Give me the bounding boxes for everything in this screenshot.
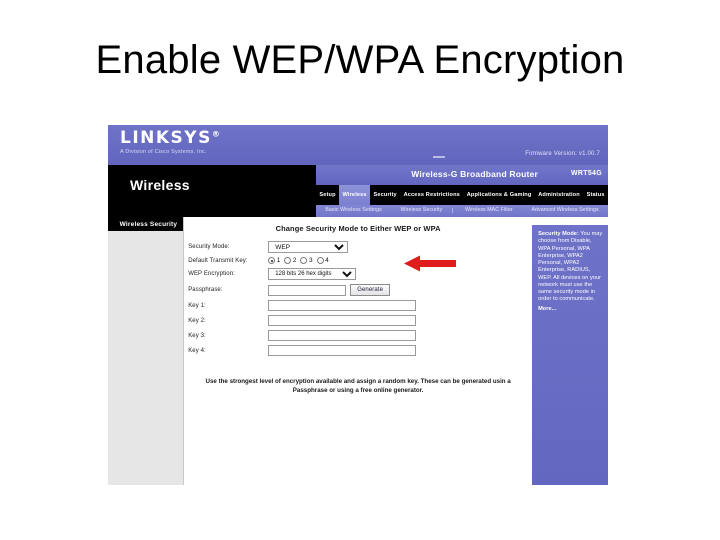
row-key-3: Key 3: xyxy=(188,330,528,341)
tab-applications-gaming[interactable]: Applications & Gaming xyxy=(463,185,535,205)
help-panel-top-gap xyxy=(532,217,608,225)
help-panel-text: Security Mode: You may choose from Disab… xyxy=(532,225,608,313)
registered-mark: ® xyxy=(211,129,222,139)
label-key-4: Key 4: xyxy=(188,347,206,354)
row-security-mode: Security Mode: WEP xyxy=(188,241,528,253)
key-3-input[interactable] xyxy=(268,330,417,341)
wep-encryption-select[interactable]: 128 bits 26 hex digits xyxy=(268,268,357,280)
sidebar-heading: Wireless Security xyxy=(108,217,184,231)
page-body: Wireless Security Change Security Mode t… xyxy=(108,217,608,485)
radio-dot-icon xyxy=(268,257,276,264)
section-title: Wireless xyxy=(130,177,190,193)
sidebar-filler xyxy=(108,231,184,485)
firmware-version: Firmware Version: v1.00.7 xyxy=(525,151,600,157)
row-default-transmit-key: Default Transmit Key: 1 2 3 4 xyxy=(188,257,528,264)
tab-wireless[interactable]: Wireless xyxy=(339,185,371,205)
radio-dot-icon xyxy=(284,257,292,264)
form-heading: Change Security Mode to Either WEP or WP… xyxy=(275,224,441,233)
help-panel: Security Mode: You may choose from Disab… xyxy=(532,217,608,485)
row-passphrase: Passphrase: Generate xyxy=(188,284,528,296)
row-key-4: Key 4: xyxy=(188,345,528,356)
help-panel-title: Security Mode: xyxy=(538,231,579,237)
brand-divider-dash xyxy=(433,156,445,158)
encryption-advice-text: Use the strongest level of encryption av… xyxy=(205,378,511,394)
tab-setup[interactable]: Setup xyxy=(316,185,340,205)
radio-transmit-key-4[interactable]: 4 xyxy=(316,257,329,264)
sub-tab-bar: Basic Wireless Settings Wireless Securit… xyxy=(316,205,608,217)
tab-security[interactable]: Security xyxy=(370,185,401,205)
help-more-link[interactable]: More... xyxy=(538,306,603,313)
radio-transmit-key-3[interactable]: 3 xyxy=(300,257,313,264)
linksys-logo: LINKSYS® xyxy=(120,130,221,147)
subtab-wireless-security[interactable]: Wireless Security xyxy=(391,207,451,214)
default-transmit-key-radios: 1 2 3 4 xyxy=(268,257,329,264)
slide-canvas: Enable WEP/WPA Encryption LINKSYS® A Div… xyxy=(0,0,720,540)
main-tab-bar: Setup Wireless Security Access Restricti… xyxy=(316,185,608,205)
product-title-strip: Wireless-G Broadband Router xyxy=(316,165,608,185)
subtab-basic-wireless-settings[interactable]: Basic Wireless Settings xyxy=(316,207,391,214)
label-key-3: Key 3: xyxy=(188,332,206,339)
subtab-wireless-mac-filter[interactable]: Wireless MAC Filter xyxy=(456,207,522,214)
radio-label-2: 2 xyxy=(292,257,297,264)
settings-form: Change Security Mode to Either WEP or WP… xyxy=(184,217,533,485)
key-2-input[interactable] xyxy=(268,315,417,326)
help-panel-body: You may choose from Disable, WPA Persona… xyxy=(538,231,603,303)
key-4-input[interactable] xyxy=(268,345,417,356)
passphrase-input[interactable] xyxy=(268,284,347,296)
row-key-2: Key 2: xyxy=(188,315,528,326)
radio-label-4: 4 xyxy=(325,257,329,264)
brand-bar: LINKSYS® A Division of Cisco Systems, In… xyxy=(108,125,608,165)
subtab-advanced-wireless-settings[interactable]: Advanced Wireless Settings xyxy=(522,207,608,214)
tab-access-restrictions[interactable]: Access Restrictions xyxy=(400,185,464,205)
security-mode-select[interactable]: WEP xyxy=(268,241,349,253)
radio-transmit-key-2[interactable]: 2 xyxy=(284,257,296,264)
page-title: Enable WEP/WPA Encryption xyxy=(95,38,625,82)
row-wep-encryption: WEP Encryption: 128 bits 26 hex digits xyxy=(188,268,528,280)
radio-dot-icon xyxy=(316,257,324,264)
model-number: WRT54G xyxy=(571,170,602,177)
left-sidebar: Wireless Security xyxy=(108,217,185,485)
label-wep-encryption: WEP Encryption: xyxy=(188,271,235,277)
radio-label-1: 1 xyxy=(276,257,281,264)
radio-label-3: 3 xyxy=(308,257,313,264)
router-admin-screenshot: LINKSYS® A Division of Cisco Systems, In… xyxy=(108,125,608,485)
label-passphrase: Passphrase: xyxy=(188,287,223,293)
label-key-2: Key 2: xyxy=(188,317,206,324)
label-key-1: Key 1: xyxy=(188,302,206,309)
label-security-mode: Security Mode: xyxy=(188,244,230,250)
linksys-tagline: A Division of Cisco Systems, Inc. xyxy=(120,149,207,155)
radio-transmit-key-1[interactable]: 1 xyxy=(268,257,280,264)
navigation-band: Wireless Wireless-G Broadband Router WRT… xyxy=(108,165,608,217)
product-title: Wireless-G Broadband Router xyxy=(411,169,538,179)
tab-administration[interactable]: Administration xyxy=(534,185,584,205)
radio-dot-icon xyxy=(300,257,308,264)
tab-status[interactable]: Status xyxy=(583,185,608,205)
label-default-transmit-key: Default Transmit Key: xyxy=(188,257,248,264)
row-key-1: Key 1: xyxy=(188,300,528,311)
generate-button[interactable]: Generate xyxy=(350,284,391,296)
linksys-wordmark: LINKSYS xyxy=(120,128,212,148)
key-1-input[interactable] xyxy=(268,300,417,311)
